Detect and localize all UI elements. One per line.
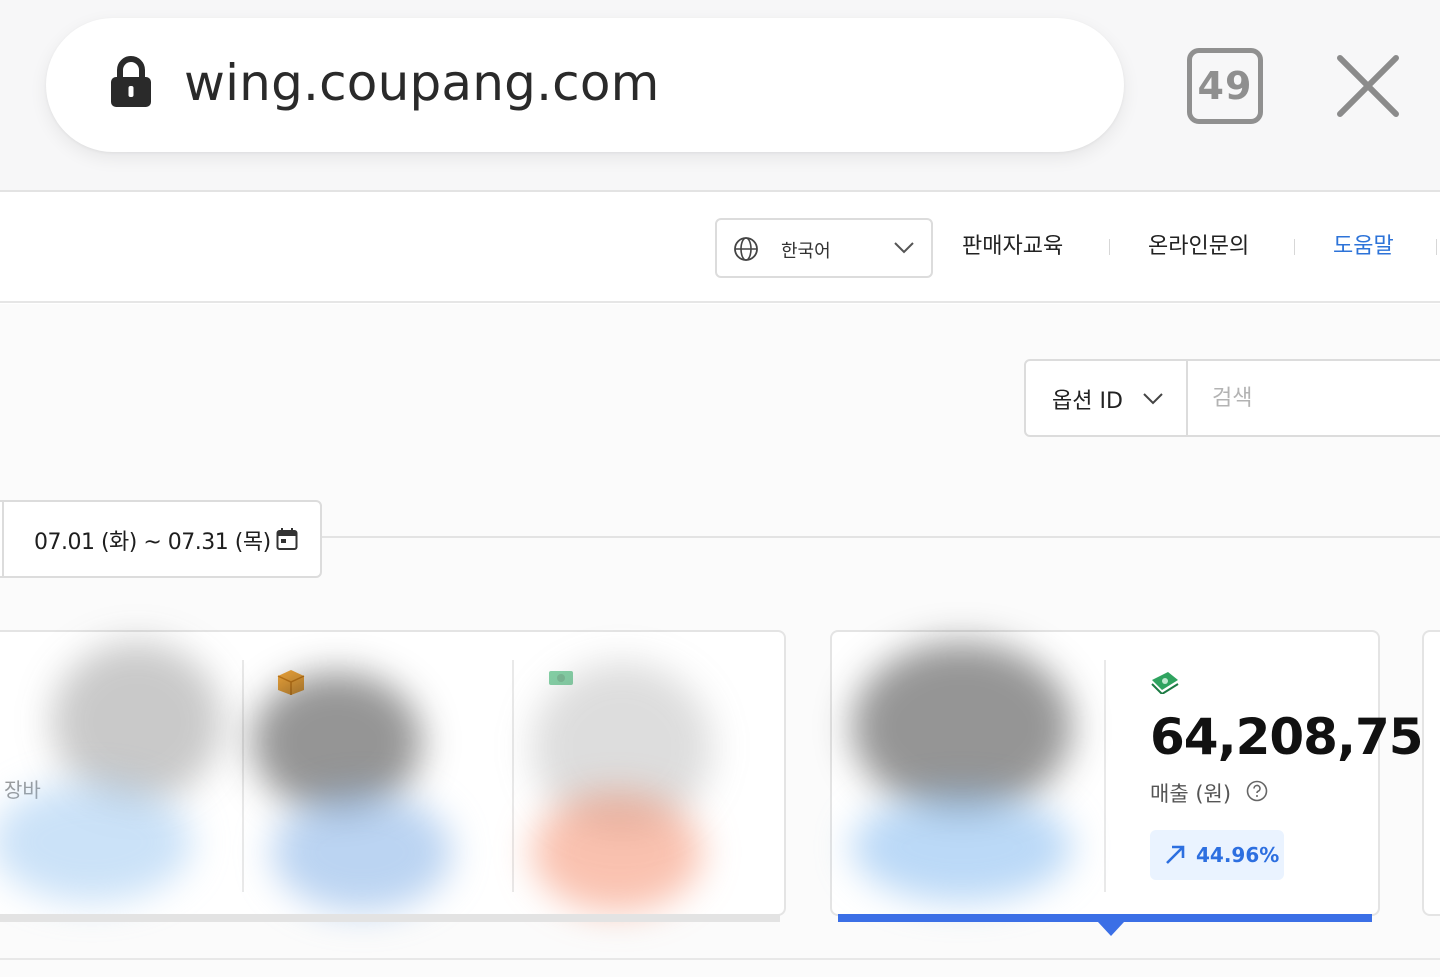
search-group: 옵션 ID: [1024, 359, 1440, 437]
noise-blob: [272, 792, 452, 912]
date-range-text: 07.01 (화) ~ 07.31 (목): [34, 530, 271, 555]
browser-toolbar: wing.coupang.com 49: [0, 0, 1440, 192]
close-icon[interactable]: [1334, 52, 1402, 120]
chevron-down-icon: [1143, 393, 1163, 405]
nav-divider: [1109, 239, 1110, 255]
noise-blob: [52, 642, 222, 802]
chevron-down-icon: [894, 242, 914, 254]
noise-blob: [852, 792, 1072, 902]
noise-blob: [252, 672, 422, 812]
nav-help[interactable]: 도움말: [1333, 232, 1394, 262]
revenue-card[interactable]: 64,208,750 매출 (원) 44.96%: [830, 630, 1440, 916]
change-percent: 44.96%: [1196, 843, 1280, 867]
noise-blob: [532, 792, 702, 912]
stat-cards: 장바 64,208,750 매출 (원) 44.96%: [0, 630, 1440, 930]
search-type-label: 옵션 ID: [1052, 389, 1123, 414]
change-badge: 44.96%: [1150, 830, 1284, 880]
divider: [2, 502, 4, 576]
top-navigation: 한국어 판매자교육 온라인문의 도움말: [0, 194, 1440, 303]
nav-online-inquiry[interactable]: 온라인문의: [1148, 232, 1249, 262]
stat-card-next[interactable]: [1422, 630, 1440, 916]
language-select[interactable]: 한국어: [715, 218, 933, 278]
divider: [0, 958, 1440, 960]
divider: [1104, 660, 1106, 892]
date-range-picker[interactable]: 07.01 (화) ~ 07.31 (목): [0, 500, 322, 578]
noise-blob: [852, 642, 1072, 812]
globe-icon: [734, 237, 758, 261]
nav-divider: [1436, 239, 1437, 255]
divider: [512, 660, 514, 892]
search-type-select[interactable]: 옵션 ID: [1026, 361, 1188, 435]
main-content: 옵션 ID 07.01 (화) ~ 07.31 (목) 장바: [0, 304, 1440, 977]
active-pointer: [1098, 922, 1124, 936]
lock-icon: [111, 56, 151, 107]
url-text[interactable]: wing.coupang.com: [184, 52, 660, 114]
tabs-count-button[interactable]: 49: [1187, 48, 1263, 124]
stat-card-group: 장바: [0, 630, 786, 916]
noise-blob: [0, 782, 192, 902]
active-indicator: [838, 914, 1372, 922]
trend-up-icon: [1166, 845, 1185, 864]
revenue-label: 매출 (원): [1150, 782, 1232, 806]
cash-icon: [1151, 672, 1179, 694]
help-icon[interactable]: [1246, 780, 1268, 802]
nav-divider: [1294, 239, 1295, 255]
language-label: 한국어: [781, 241, 831, 262]
revenue-value: 64,208,750: [1150, 708, 1440, 766]
calendar-icon: [276, 528, 298, 550]
search-input[interactable]: [1190, 361, 1440, 435]
inactive-indicator: [0, 914, 780, 922]
nav-seller-education[interactable]: 판매자교육: [962, 232, 1063, 262]
divider: [242, 660, 244, 892]
divider: [320, 536, 1440, 538]
